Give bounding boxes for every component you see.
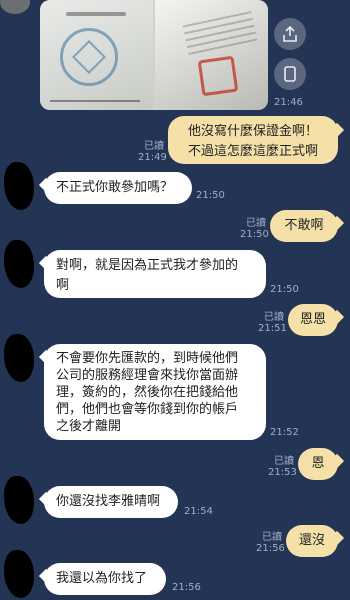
message-bubble-outgoing[interactable]: 恩恩 bbox=[288, 304, 338, 336]
timestamp: 21:53 bbox=[268, 467, 297, 478]
message-bubble-outgoing[interactable]: 不敢啊 bbox=[270, 210, 338, 242]
message-bubble-incoming[interactable]: 不正式你敢參加嗎？ bbox=[44, 172, 192, 204]
avatar[interactable] bbox=[4, 240, 34, 288]
read-receipt: 已讀 bbox=[144, 141, 164, 152]
read-receipt: 已讀 bbox=[262, 532, 282, 543]
photo-message[interactable] bbox=[40, 0, 268, 110]
photo-document[interactable] bbox=[155, 0, 268, 110]
timestamp: 21:51 bbox=[258, 323, 287, 334]
timestamp: 21:54 bbox=[184, 506, 213, 517]
red-seal bbox=[197, 55, 239, 97]
signature-line bbox=[50, 92, 140, 102]
message-bubble-outgoing[interactable]: 恩 bbox=[298, 448, 338, 480]
avatar[interactable] bbox=[4, 162, 34, 210]
timestamp: 21:50 bbox=[196, 190, 225, 201]
document-text bbox=[66, 12, 126, 16]
avatar[interactable] bbox=[4, 334, 34, 382]
timestamp: 21:50 bbox=[270, 284, 299, 295]
save-icon[interactable] bbox=[274, 58, 306, 90]
timestamp: 21:56 bbox=[172, 582, 201, 593]
avatar[interactable] bbox=[0, 0, 30, 14]
message-bubble-outgoing[interactable]: 他沒寫什麼保證金啊！ 不過這怎麼這麼正式啊 bbox=[168, 116, 338, 164]
read-receipt: 已讀 bbox=[246, 218, 266, 229]
timestamp: 21:52 bbox=[270, 427, 299, 438]
message-bubble-incoming[interactable]: 我還以為你找了 bbox=[44, 563, 166, 595]
timestamp: 21:46 bbox=[274, 97, 303, 108]
company-seal bbox=[60, 28, 118, 86]
message-bubble-incoming[interactable]: 對啊，就是因為正式我才參加的 啊 bbox=[44, 250, 266, 298]
avatar[interactable] bbox=[4, 476, 34, 524]
photo-contract-stamp[interactable] bbox=[40, 0, 153, 110]
avatar[interactable] bbox=[4, 550, 34, 598]
timestamp: 21:56 bbox=[256, 543, 285, 554]
message-bubble-incoming[interactable]: 你還沒找李雅晴啊 bbox=[44, 486, 178, 518]
message-bubble-incoming[interactable]: 不會要你先匯款的，到時候他們 公司的服務經理會來找你當面辦 理，簽約的，然後你在… bbox=[44, 344, 266, 440]
document-text bbox=[182, 11, 258, 55]
read-receipt: 已讀 bbox=[274, 456, 294, 467]
timestamp: 21:49 bbox=[138, 152, 167, 163]
read-receipt: 已讀 bbox=[264, 312, 284, 323]
timestamp: 21:50 bbox=[240, 229, 269, 240]
share-icon[interactable] bbox=[274, 18, 306, 50]
message-bubble-outgoing[interactable]: 還沒 bbox=[286, 525, 338, 557]
